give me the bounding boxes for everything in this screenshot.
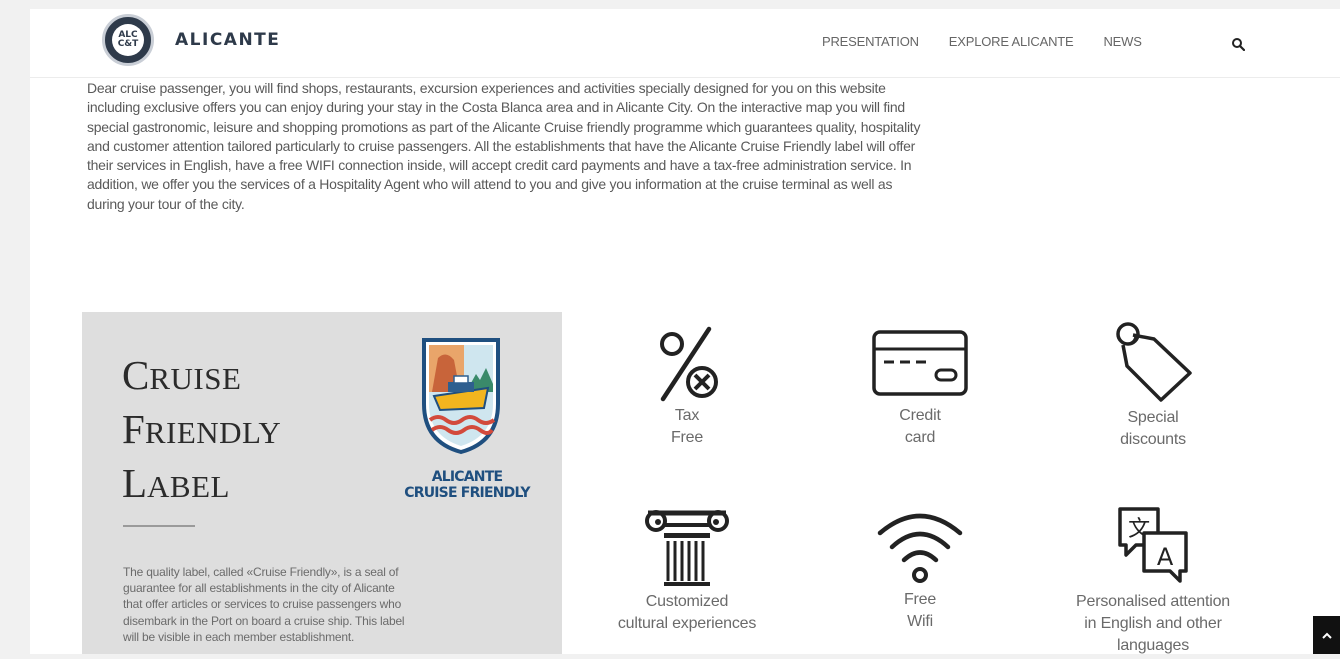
search-icon[interactable] (1231, 37, 1245, 51)
feature-label-line: Customized (645, 593, 729, 610)
feature-label-line: Free (670, 429, 704, 446)
site-header: ALC C&T ALICANTE PRESENTATION EXPLORE AL… (30, 9, 1340, 78)
feature-label-line: cultural experiences (617, 615, 757, 632)
feature-label-line: Credit (899, 407, 941, 424)
badge-caption-line: CRUISE FRIENDLY (404, 485, 530, 501)
feature-personalised-attention: 文 A Personalised attention in English an… (1058, 505, 1248, 657)
intro-line: their services in English, have a free W… (87, 157, 912, 174)
feature-label: Customized cultural experiences (592, 591, 782, 635)
badge-caption: ALICANTE CRUISE FRIENDLY (402, 469, 532, 501)
intro-line: addition, we offer you the services of a… (87, 176, 893, 193)
card-text-line: The quality label, called «Cruise Friend… (123, 565, 399, 579)
feature-label-line: Special (1127, 409, 1179, 426)
feature-credit-card: Credit card (825, 325, 1015, 449)
title-cap: L (122, 460, 148, 506)
translate-icon: 文 A (1118, 507, 1188, 583)
column-icon (645, 510, 729, 586)
feature-label-line: in English and other (1084, 615, 1222, 632)
feature-label-line: Wifi (907, 613, 933, 630)
card-text-line: will be visible in each member establish… (123, 629, 355, 644)
page: ALC C&T ALICANTE PRESENTATION EXPLORE AL… (30, 9, 1340, 654)
chevron-up-icon (1322, 632, 1332, 639)
tag-icon (1116, 322, 1192, 402)
feature-label: Credit card (825, 405, 1015, 449)
cruise-friendly-badge-icon (422, 338, 500, 455)
nav-presentation[interactable]: PRESENTATION (822, 34, 919, 49)
feature-label-line: Free (903, 591, 937, 608)
nav-news[interactable]: NEWS (1103, 34, 1141, 49)
title-rest: ABEL (147, 469, 230, 504)
feature-label-line: card (904, 429, 936, 446)
credit-card-icon (872, 330, 968, 396)
feature-free-wifi: Free Wifi (825, 507, 1015, 633)
card-text-line: guarantee for all establishments in the … (123, 581, 395, 596)
feature-label-line: discounts (1120, 431, 1186, 448)
main-nav: PRESENTATION EXPLORE ALICANTE NEWS (822, 34, 1172, 49)
feature-special-discounts: Special discounts (1058, 315, 1248, 451)
feature-label: Free Wifi (825, 589, 1015, 633)
percent-icon (660, 326, 718, 402)
feature-label: Personalised attention in English and ot… (1058, 591, 1248, 657)
logo-mark: ALC C&T (112, 24, 144, 56)
title-cap: C (122, 352, 150, 398)
feature-label: Special discounts (1058, 407, 1248, 451)
feature-tax-free: Tax Free (592, 325, 782, 449)
cruise-friendly-card: CRUISE FRIENDLY LABEL ALICANTE CRUISE FR… (82, 312, 562, 654)
intro-line: including exclusive offers you can enjoy… (87, 99, 905, 116)
feature-label-line: Tax (674, 407, 700, 424)
intro-line: Dear cruise passenger, you will find sho… (87, 80, 886, 96)
scroll-to-top-button[interactable] (1313, 616, 1340, 654)
card-title: CRUISE FRIENDLY LABEL (122, 348, 281, 510)
intro-line: special gastronomic, leisure and shoppin… (87, 118, 921, 135)
intro-text: Dear cruise passenger, you will find sho… (87, 79, 1267, 214)
title-rest: RIENDLY (144, 415, 282, 450)
feature-cultural-experiences: Customized cultural experiences (592, 503, 782, 635)
divider (123, 525, 195, 527)
card-description: The quality label, called «Cruise Friend… (123, 564, 483, 645)
intro-line: and customer attention tailored particul… (87, 137, 916, 154)
feature-label: Tax Free (592, 405, 782, 449)
wifi-icon (877, 513, 963, 583)
feature-label-line: Personalised attention (1076, 593, 1230, 610)
card-text-line: that offer articles or services to cruis… (123, 597, 402, 612)
logo[interactable]: ALC C&T (102, 14, 154, 66)
svg-text:A: A (1157, 543, 1174, 571)
nav-explore-alicante[interactable]: EXPLORE ALICANTE (949, 34, 1074, 49)
title-rest: RUISE (149, 361, 242, 396)
intro-line: during your tour of the city. (87, 195, 245, 212)
badge-caption-line: ALICANTE (431, 469, 503, 485)
brand-name[interactable]: ALICANTE (175, 30, 280, 50)
card-text-line: disembark in the Port on board a cruise … (123, 613, 405, 628)
title-cap: F (122, 406, 145, 452)
